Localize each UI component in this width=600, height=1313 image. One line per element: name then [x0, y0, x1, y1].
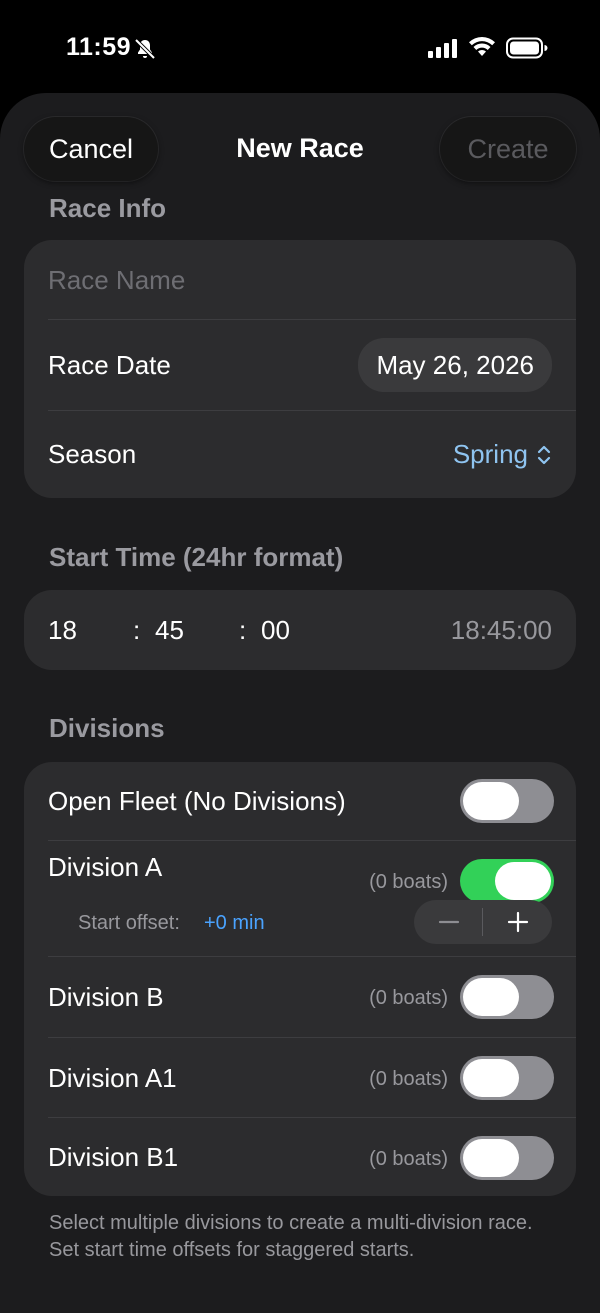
plus-icon: [507, 911, 528, 933]
race-date-label: Race Date: [48, 349, 171, 380]
boat-count: (0 boats): [369, 987, 448, 1009]
minutes-field[interactable]: 45: [155, 615, 184, 646]
divisions-footer-note: Select multiple divisions to create a mu…: [49, 1212, 533, 1261]
division-a-toggle[interactable]: [460, 859, 554, 903]
division-label: Division B: [48, 981, 164, 1012]
status-bar: 11:59: [0, 0, 600, 96]
start-offset-label: Start offset:: [78, 912, 180, 934]
division-label: Division A: [48, 852, 163, 882]
increment-button[interactable]: [483, 900, 552, 944]
division-a1-toggle[interactable]: [460, 1056, 554, 1100]
decrement-button[interactable]: [414, 900, 483, 944]
season-label: Season: [48, 439, 137, 469]
minus-icon: [438, 920, 459, 924]
open-fleet-label: Open Fleet (No Divisions): [48, 785, 346, 816]
race-date-row: Race Date May 26, 2026: [24, 320, 576, 410]
division-label: Division B1: [48, 1141, 179, 1172]
open-fleet-row: Open Fleet (No Divisions): [24, 762, 576, 840]
boat-count: (0 boats): [369, 871, 448, 893]
start-time-header: Start Time (24hr format): [49, 542, 344, 572]
battery-icon: [506, 37, 548, 59]
new-race-sheet: Cancel New Race Create Race Info Race Na…: [0, 93, 600, 1313]
time-readout: 18:45:00: [450, 615, 552, 645]
divisions-card: Open Fleet (No Divisions) Division A (0 …: [24, 762, 576, 1196]
division-label: Division A1: [48, 1062, 177, 1093]
race-date-value: May 26, 2026: [376, 349, 534, 380]
race-info-card: Race Name Race Date May 26, 2026 Season …: [24, 240, 576, 498]
wifi-icon: [469, 36, 495, 56]
status-time: 11:59: [66, 33, 132, 61]
race-name-input[interactable]: Race Name: [48, 265, 185, 296]
race-info-header: Race Info: [49, 193, 167, 223]
chevron-up-down-icon: [537, 445, 551, 464]
time-separator: :: [239, 615, 247, 645]
start-offset-value: +0 min: [204, 912, 265, 934]
start-offset-stepper[interactable]: [414, 900, 552, 944]
boat-count: (0 boats): [369, 1148, 448, 1170]
seconds-field[interactable]: 00: [261, 615, 290, 646]
season-row: Season Spring: [24, 411, 576, 498]
cellular-signal-icon: [428, 39, 457, 58]
divisions-header: Divisions: [49, 713, 165, 743]
hours-field[interactable]: 18: [48, 615, 77, 646]
season-picker[interactable]: Spring: [453, 439, 552, 470]
boat-count: (0 boats): [369, 1068, 448, 1090]
create-button[interactable]: Create: [440, 117, 576, 181]
start-time-card: 18 : 45 : 00 18:45:00: [24, 590, 576, 670]
division-b-toggle[interactable]: [460, 975, 554, 1019]
season-value: Spring: [452, 439, 528, 469]
race-date-picker[interactable]: May 26, 2026: [358, 338, 552, 392]
division-b1-toggle[interactable]: [460, 1136, 554, 1180]
race-name-row[interactable]: Race Name: [24, 240, 576, 320]
bell-slash-icon: [134, 38, 156, 60]
time-separator: :: [133, 615, 141, 645]
open-fleet-toggle[interactable]: [460, 779, 554, 823]
